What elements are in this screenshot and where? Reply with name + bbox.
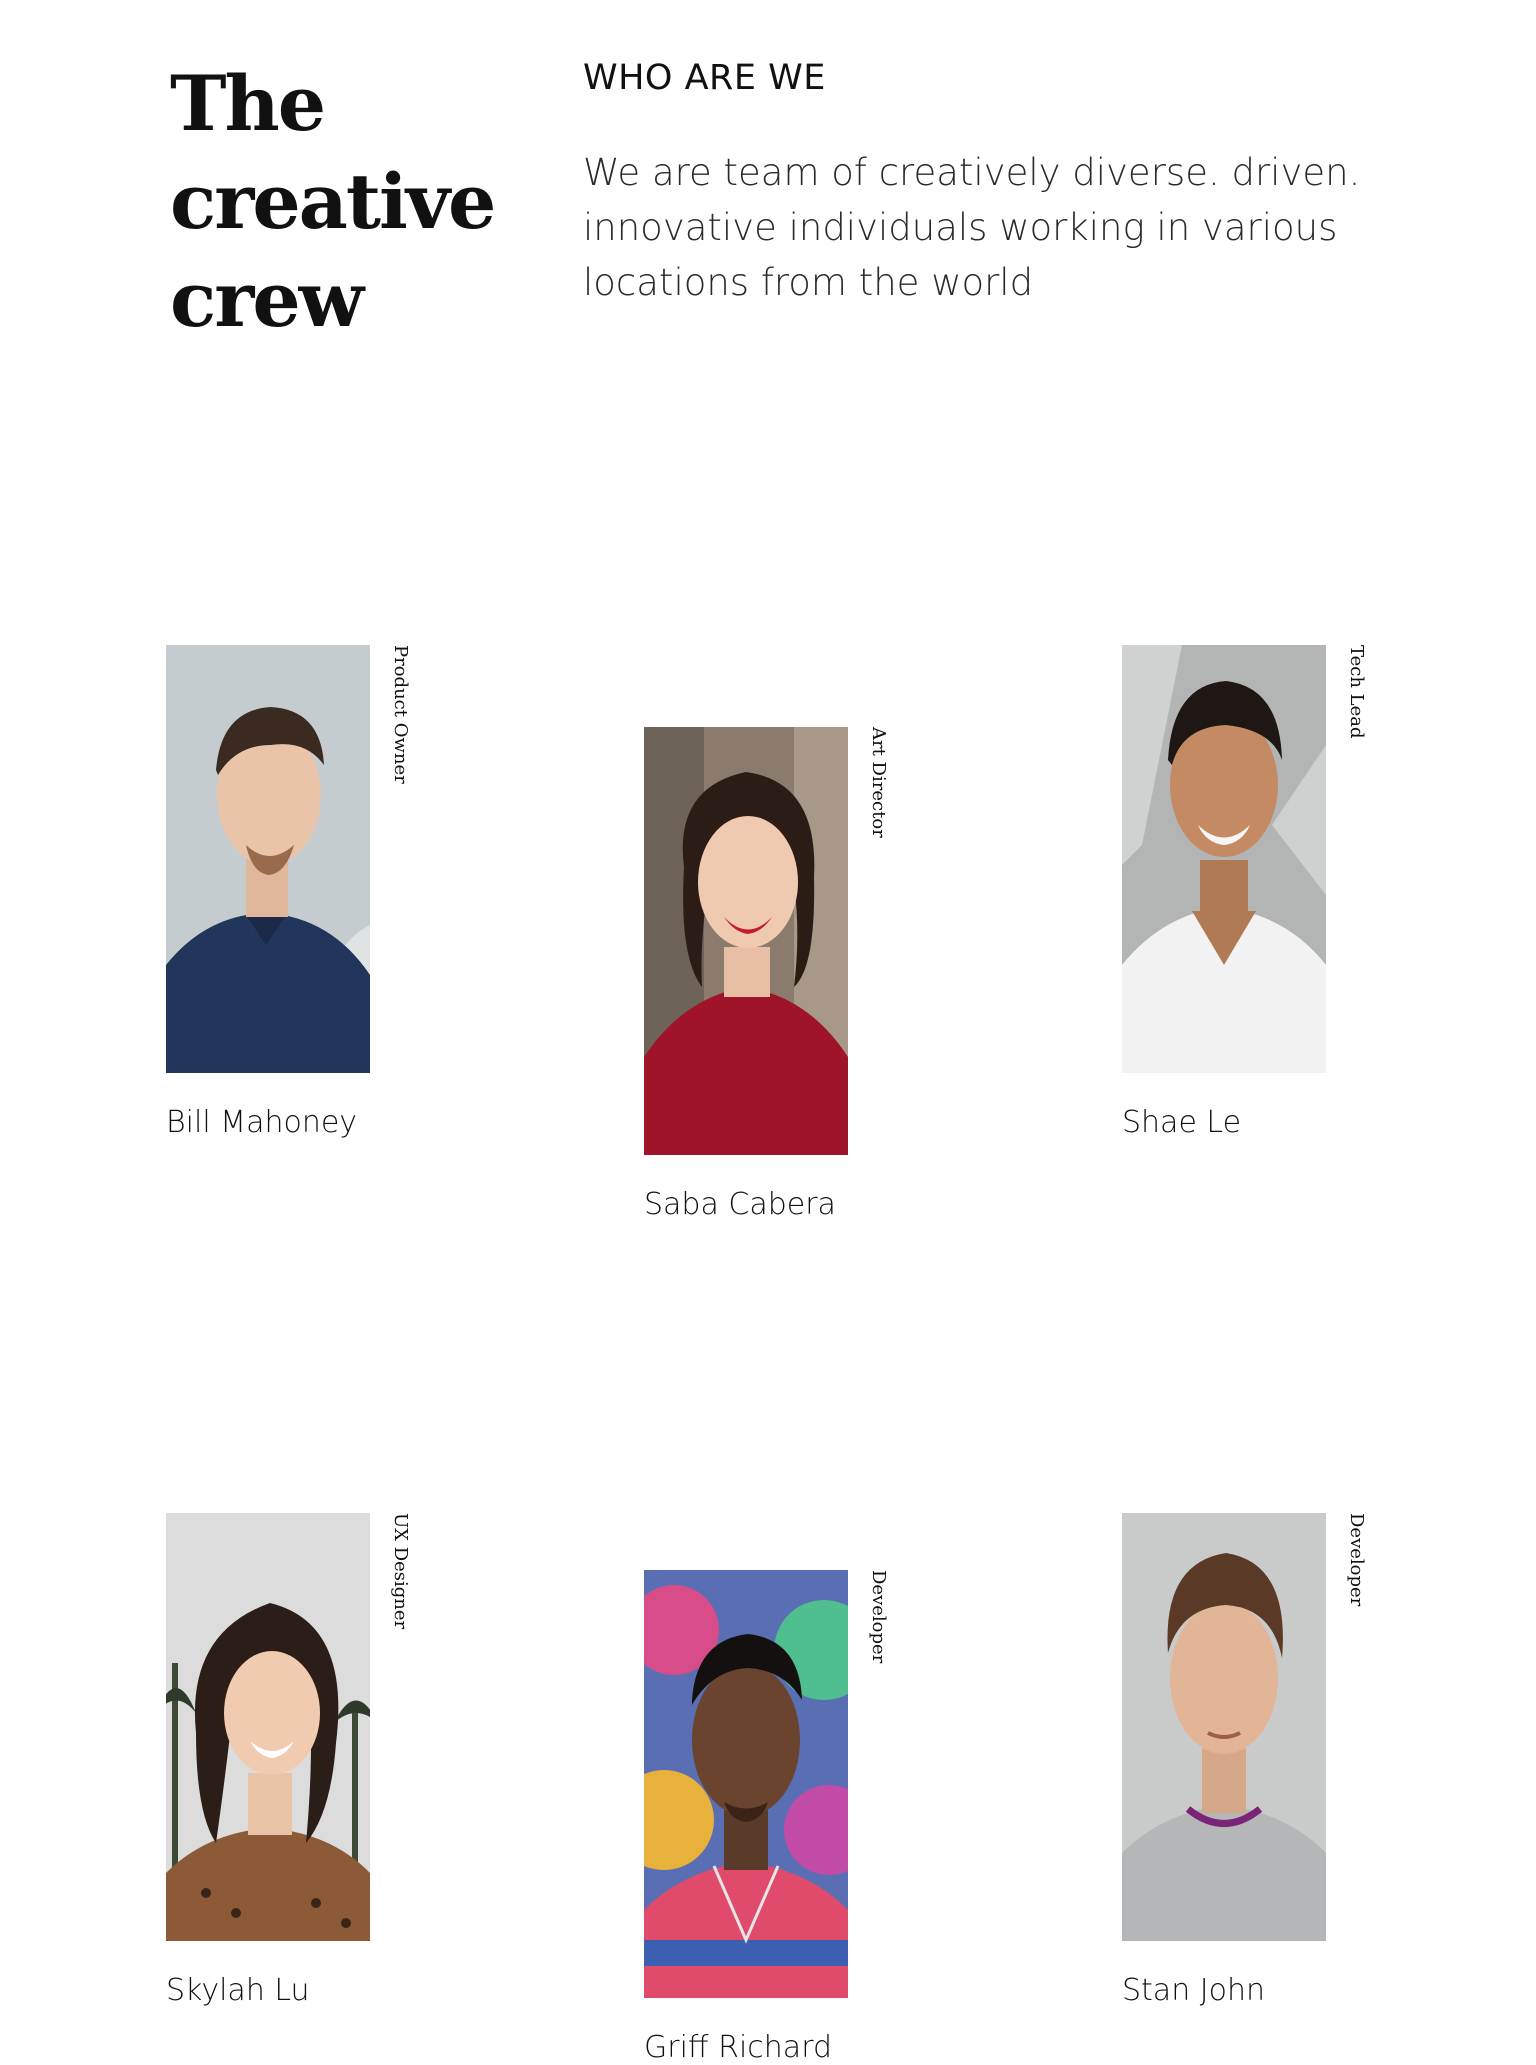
member-name: Shae Le <box>1122 1105 1242 1140</box>
intro-paragraph: We are team of creatively diverse. drive… <box>583 151 1361 304</box>
member-role: UX Designer <box>390 1513 411 1630</box>
portrait-man-navy-polo-image <box>166 645 370 1073</box>
member-photo <box>166 1513 370 1941</box>
member-role: Developer <box>868 1570 889 1664</box>
portrait-man-white-tshirt-image <box>1122 645 1326 1073</box>
member-name: Skylah Lu <box>166 1973 310 2008</box>
section-heading: WHO ARE WE <box>583 58 826 98</box>
member-photo <box>166 645 370 1073</box>
hero-title-line-1: The <box>170 59 326 148</box>
hero-title-line-2: creative <box>170 157 496 246</box>
hero-title-line-3: crew <box>170 255 364 344</box>
member-role: Product Owner <box>390 645 411 784</box>
member-name: Stan John <box>1122 1973 1265 2008</box>
member-photo <box>1122 645 1326 1073</box>
hero-title: The creative crew <box>170 55 496 349</box>
portrait-woman-leopard-top-image <box>166 1513 370 1941</box>
member-photo <box>644 1570 848 1998</box>
member-role: Tech Lead <box>1346 645 1367 739</box>
member-role: Art Director <box>868 727 889 838</box>
member-role: Developer <box>1346 1513 1367 1607</box>
member-photo <box>1122 1513 1326 1941</box>
portrait-woman-red-sweater-image <box>644 727 848 1155</box>
portrait-man-graffiti-wall-image <box>644 1570 848 1998</box>
member-photo <box>644 727 848 1155</box>
member-name: Saba Cabera <box>644 1187 836 1222</box>
member-name: Bill Mahoney <box>166 1105 358 1140</box>
portrait-man-grey-sweater-image <box>1122 1513 1326 1941</box>
